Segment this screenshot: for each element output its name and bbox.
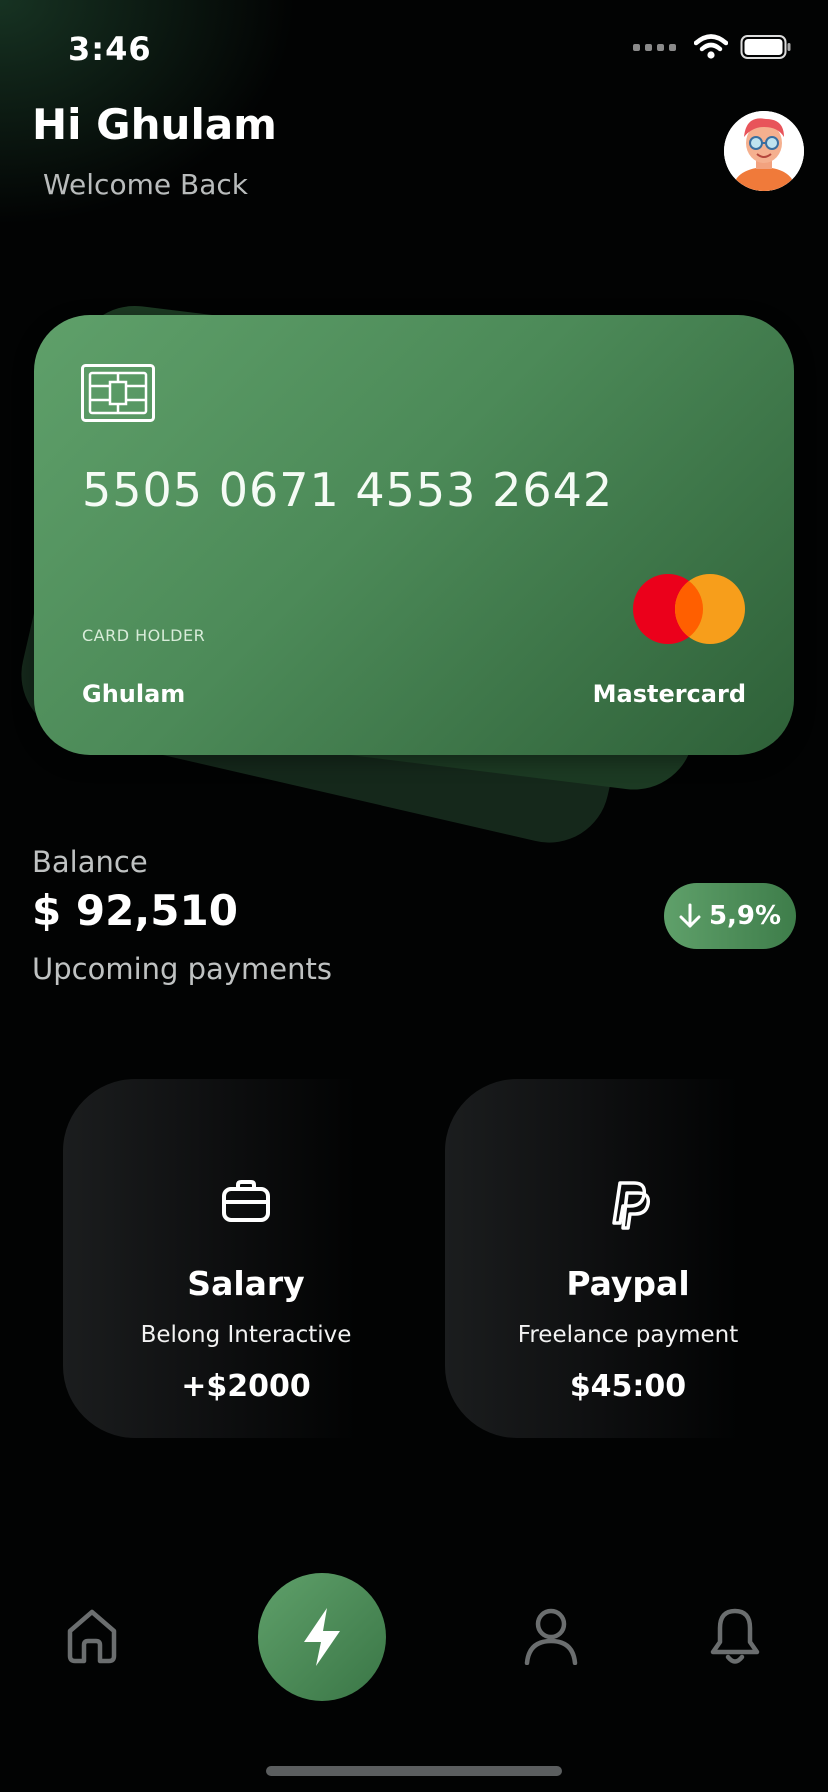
card-number: 5505 0671 4553 2642 [82, 463, 614, 517]
status-icons [633, 34, 792, 60]
nav-profile[interactable] [519, 1604, 583, 1668]
cellular-dots-icon [633, 43, 676, 51]
payment-amount: +$2000 [181, 1369, 311, 1404]
user-avatar[interactable] [724, 111, 804, 191]
balance-change-badge[interactable]: 5,9% [664, 883, 796, 949]
payment-amount: $45:00 [569, 1369, 687, 1404]
nav-home[interactable] [60, 1604, 124, 1668]
lightning-icon [304, 1608, 340, 1666]
balance-change-value: 5,9% [708, 901, 782, 931]
user-icon [524, 1608, 578, 1665]
card-brand: Mastercard [592, 680, 746, 708]
nav-activity[interactable] [258, 1573, 386, 1701]
card-chip-icon [81, 364, 155, 422]
payment-title: Salary [187, 1264, 305, 1303]
credit-card[interactable]: 5505 0671 4553 2642 CARD HOLDER Ghulam M… [34, 315, 794, 755]
card-holder-label: CARD HOLDER [82, 626, 206, 645]
payment-subtitle: Freelance payment [517, 1322, 739, 1348]
nav-notifications[interactable] [703, 1604, 767, 1668]
home-icon [67, 1609, 117, 1664]
payment-title: Paypal [566, 1264, 690, 1303]
payment-card-salary[interactable]: Salary Belong Interactive +$2000 [63, 1079, 429, 1438]
balance-value: $ 92,510 [32, 886, 238, 935]
welcome-subtitle: Welcome Back [43, 168, 248, 201]
battery-icon [740, 35, 791, 59]
upcoming-payments-label: Upcoming payments [32, 952, 332, 986]
wifi-icon [694, 34, 728, 59]
home-indicator[interactable] [266, 1766, 562, 1776]
paypal-icon [612, 1181, 651, 1230]
payment-subtitle: Belong Interactive [140, 1322, 352, 1348]
greeting-title: Hi Ghulam [32, 100, 277, 149]
card-holder-name: Ghulam [82, 680, 186, 708]
payment-card-paypal[interactable]: Paypal Freelance payment $45:00 [445, 1079, 811, 1438]
avatar-illustration [724, 111, 804, 191]
balance-label: Balance [32, 845, 148, 879]
mastercard-logo [633, 574, 745, 644]
briefcase-icon [222, 1180, 270, 1222]
status-time: 3:46 [68, 30, 152, 68]
arrow-down-icon [679, 903, 701, 928]
bell-icon [710, 1608, 760, 1664]
